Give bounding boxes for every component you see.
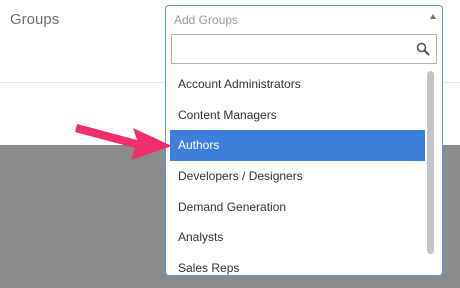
search-field[interactable]	[171, 34, 437, 64]
option-demand-generation[interactable]: Demand Generation	[170, 192, 425, 223]
groups-label: Groups	[10, 11, 60, 28]
option-developers-designers[interactable]: Developers / Designers	[170, 161, 425, 192]
scrollbar-thumb[interactable]	[427, 71, 434, 254]
groups-dropdown: Account Administrators Content Managers …	[165, 32, 443, 276]
caret-up-icon[interactable]	[430, 14, 436, 19]
groups-select[interactable]: Add Groups	[165, 5, 443, 33]
option-sales-reps[interactable]: Sales Reps	[170, 253, 425, 275]
option-authors[interactable]: Authors	[170, 130, 425, 162]
search-input[interactable]	[172, 35, 412, 63]
search-icon	[416, 42, 430, 56]
select-placeholder: Add Groups	[174, 13, 239, 27]
option-analysts[interactable]: Analysts	[170, 222, 425, 253]
option-content-managers[interactable]: Content Managers	[170, 100, 425, 131]
annotation-arrow-icon	[75, 124, 172, 160]
option-account-administrators[interactable]: Account Administrators	[170, 69, 425, 100]
scrollbar[interactable]	[426, 70, 435, 268]
results-list: Account Administrators Content Managers …	[170, 69, 425, 275]
